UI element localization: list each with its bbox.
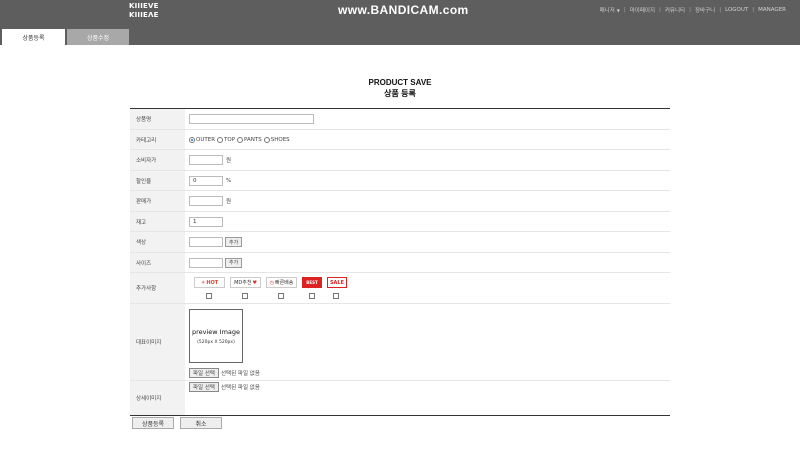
checkbox-sale[interactable]	[333, 293, 339, 299]
page-title-en: PRODUCT SAVE	[368, 78, 432, 87]
logo-text: KIIIEVE	[129, 2, 159, 10]
nav-divider: |	[689, 7, 691, 13]
nav-manager-menu[interactable]: 매니저 ▼	[600, 6, 620, 14]
discount-input[interactable]: 0	[189, 175, 223, 186]
watermark: www.BANDICAM.com	[338, 3, 469, 17]
color-input[interactable]	[189, 237, 223, 247]
row-stock: 재고 1	[130, 212, 670, 232]
nav-cart[interactable]: 장바구니	[695, 6, 715, 14]
product-name-input[interactable]	[189, 114, 314, 124]
detail-image-file-button[interactable]: 파일 선택	[189, 382, 219, 392]
label-sale-price: 판매가	[130, 191, 185, 211]
add-size-button[interactable]: 추가	[225, 257, 243, 268]
clock-icon: ◷	[269, 279, 274, 286]
radio-label-shoes: SHOES	[270, 136, 290, 143]
form-actions: 상품등록 취소	[132, 417, 228, 429]
brand-logo[interactable]: KIIIEVE KIIIEVE	[129, 3, 159, 19]
label-main-image: 대표이미지	[130, 304, 185, 380]
checkbox-fast-delivery[interactable]	[278, 293, 284, 299]
detail-image-file-status: 선택된 파일 없음	[221, 385, 260, 391]
nav-mypage[interactable]: 마이페이지	[630, 6, 655, 14]
radio-label-pants: PANTS	[244, 136, 262, 143]
main-image-file-button[interactable]: 파일 선택	[189, 368, 219, 378]
label-consumer-price: 소비자가	[130, 150, 185, 170]
nav-logout[interactable]: LOGOUT	[725, 7, 748, 13]
unit-percent: %	[226, 177, 232, 184]
row-product-name: 상품명	[130, 109, 670, 130]
top-nav: 매니저 ▼ | 마이페이지 | 커뮤니티 | 장바구니 | LOGOUT | MA…	[600, 6, 786, 14]
nav-community[interactable]: 커뮤니티	[665, 6, 685, 14]
stock-input[interactable]: 1	[189, 216, 223, 227]
badge-md-pick: MD추천 ♥	[230, 277, 261, 288]
page-title-ko: 상품 등록	[384, 89, 416, 98]
nav-manager[interactable]: MANAGER	[758, 7, 786, 13]
preview-title: preview Image	[191, 327, 241, 336]
row-size: 사이즈 추가	[130, 253, 670, 273]
nav-divider: |	[659, 7, 661, 13]
nav-divider: |	[752, 7, 755, 13]
label-color: 색상	[130, 232, 185, 252]
row-category: 카테고리 OUTER TOP PANTS SHOES	[130, 130, 670, 150]
checkbox-md-pick[interactable]	[242, 293, 248, 299]
radio-shoes[interactable]	[263, 136, 270, 143]
heart-icon: ♥	[252, 279, 257, 286]
cancel-button[interactable]: 취소	[180, 417, 222, 429]
consumer-price-input[interactable]	[189, 155, 223, 165]
unit-won: 원	[226, 158, 232, 164]
badge-sale: SALE	[327, 277, 347, 288]
checkbox-best[interactable]	[309, 293, 315, 299]
submit-product-button[interactable]: 상품등록	[132, 417, 174, 429]
label-stock: 재고	[130, 212, 185, 231]
tab-product-edit[interactable]: 상품수정	[67, 29, 129, 45]
size-input[interactable]	[189, 257, 223, 268]
nav-divider: |	[719, 7, 722, 13]
radio-top[interactable]	[217, 136, 224, 143]
label-product-name: 상품명	[130, 109, 185, 129]
badge-hot: ☀ HOT	[194, 277, 225, 288]
radio-label-outer: OUTER	[196, 136, 216, 143]
row-main-image: 대표이미지 preview Image (520px X 520px) 파일 선…	[130, 304, 670, 381]
row-extra-options: 추가사항 ☀ HOT MD추천 ♥ ◷ 빠른배송 BEST SALE	[130, 273, 670, 304]
page-title: PRODUCT SAVE 상품 등록	[0, 77, 800, 99]
product-form: 상품명 카테고리 OUTER TOP PANTS SHOES 소비자가 원 할인…	[130, 108, 670, 416]
sale-price-input[interactable]	[189, 196, 223, 206]
preview-size: (520px X 520px)	[197, 339, 235, 345]
row-discount: 할인율 0%	[130, 171, 670, 191]
row-color: 색상 추가	[130, 232, 670, 253]
add-color-button[interactable]: 추가	[225, 237, 243, 247]
label-category: 카테고리	[130, 130, 185, 149]
logo-text-mirrored: KIIIEVE	[129, 10, 159, 18]
label-extra-options: 추가사항	[130, 273, 185, 303]
unit-won: 원	[226, 199, 232, 205]
checkbox-hot[interactable]	[206, 293, 212, 299]
row-detail-image: 상세이미지 파일 선택 선택된 파일 없음	[130, 381, 670, 415]
radio-pants[interactable]	[237, 136, 244, 143]
radio-outer[interactable]	[189, 136, 195, 143]
badge-fast-delivery: ◷ 빠른배송	[266, 277, 297, 288]
top-header: KIIIEVE KIIIEVE www.BANDICAM.com 매니저 ▼ | …	[0, 0, 800, 45]
flame-icon: ☀	[200, 279, 206, 286]
nav-divider: |	[623, 7, 626, 13]
radio-label-top: TOP	[224, 136, 236, 143]
chevron-down-icon: ▼	[616, 8, 620, 13]
row-sale-price: 판매가 원	[130, 191, 670, 212]
row-consumer-price: 소비자가 원	[130, 150, 670, 171]
main-image-file-status: 선택된 파일 없음	[221, 371, 260, 377]
image-preview: preview Image (520px X 520px)	[189, 309, 243, 363]
label-detail-image: 상세이미지	[130, 381, 185, 415]
label-size: 사이즈	[130, 253, 185, 272]
tab-product-register[interactable]: 상품등록	[2, 29, 65, 45]
badge-best: BEST	[302, 277, 322, 288]
label-discount: 할인율	[130, 171, 185, 190]
